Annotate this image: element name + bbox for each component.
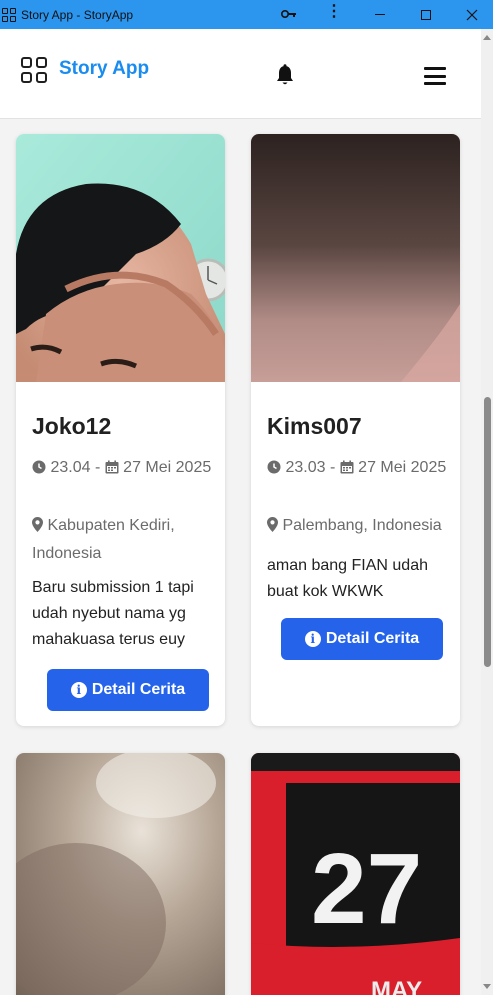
story-date: 27 Mei 2025: [358, 459, 447, 476]
map-marker-icon: [32, 515, 43, 541]
bell-icon[interactable]: [275, 64, 295, 86]
app-icon: [2, 7, 16, 22]
scroll-down-arrow[interactable]: [483, 984, 491, 989]
story-image[interactable]: [16, 134, 225, 382]
info-icon: i: [70, 682, 87, 698]
vertical-scrollbar[interactable]: [481, 29, 493, 995]
story-card: Kims007 23.03 - 27 Mei 2025 Palembang, I…: [251, 134, 460, 726]
navbar: Story App: [0, 29, 481, 119]
maximize-button[interactable]: [403, 0, 449, 29]
info-icon: i: [304, 631, 321, 647]
map-marker-icon: [267, 515, 278, 541]
calendar-day: 27: [311, 833, 422, 945]
brand-name[interactable]: Story App: [59, 58, 149, 80]
grid-icon[interactable]: [21, 57, 47, 83]
story-author: Kims007: [267, 413, 362, 439]
calendar-icon: [105, 457, 119, 483]
story-time: 23.03: [285, 459, 326, 476]
story-location: Palembang, Indonesia: [267, 513, 447, 541]
close-button[interactable]: [449, 0, 493, 29]
story-datetime: 23.03 - 27 Mei 2025: [267, 455, 447, 483]
more-options-icon[interactable]: ⋮: [326, 4, 342, 20]
story-location-text: Palembang, Indonesia: [282, 517, 442, 534]
scrollbar-thumb[interactable]: [484, 397, 491, 667]
story-card: [16, 753, 225, 995]
story-card: 27 MAY: [251, 753, 460, 995]
detail-button-label: Detail Cerita: [325, 630, 420, 647]
story-image[interactable]: 27 MAY: [251, 753, 460, 995]
detail-cerita-button[interactable]: i Detail Cerita: [281, 618, 443, 660]
calendar-month: MAY: [371, 977, 422, 995]
story-image[interactable]: [251, 134, 460, 382]
window-title: Story App - StoryApp: [21, 7, 134, 22]
key-icon[interactable]: [280, 7, 297, 22]
story-date: 27 Mei 2025: [123, 459, 212, 476]
story-description: Baru submission 1 tapi udah nyebut nama …: [32, 579, 194, 648]
minimize-button[interactable]: [357, 0, 403, 29]
detail-cerita-button[interactable]: i Detail Cerita: [47, 669, 209, 711]
clock-icon: [32, 457, 46, 483]
detail-button-label: Detail Cerita: [91, 681, 186, 698]
clock-icon: [267, 457, 281, 483]
story-description: aman bang FIAN udah buat kok WKWK: [267, 557, 428, 600]
story-datetime: 23.04 - 27 Mei 2025: [32, 455, 212, 483]
story-location-text: Kabupaten Kediri, Indonesia: [32, 517, 175, 562]
page-viewport: Story App Joko12 23.04 - 27 Mei 2025 Kab…: [0, 29, 481, 995]
story-author: Joko12: [32, 413, 112, 439]
story-image[interactable]: [16, 753, 225, 995]
calendar-icon: [340, 457, 354, 483]
story-time: 23.04: [50, 459, 91, 476]
story-card: Joko12 23.04 - 27 Mei 2025 Kabupaten Ked…: [16, 134, 225, 726]
hamburger-menu-icon[interactable]: [424, 67, 446, 85]
scroll-up-arrow[interactable]: [483, 35, 491, 40]
story-location: Kabupaten Kediri, Indonesia: [32, 513, 212, 567]
window-titlebar: Story App - StoryApp ⋮: [0, 0, 493, 29]
